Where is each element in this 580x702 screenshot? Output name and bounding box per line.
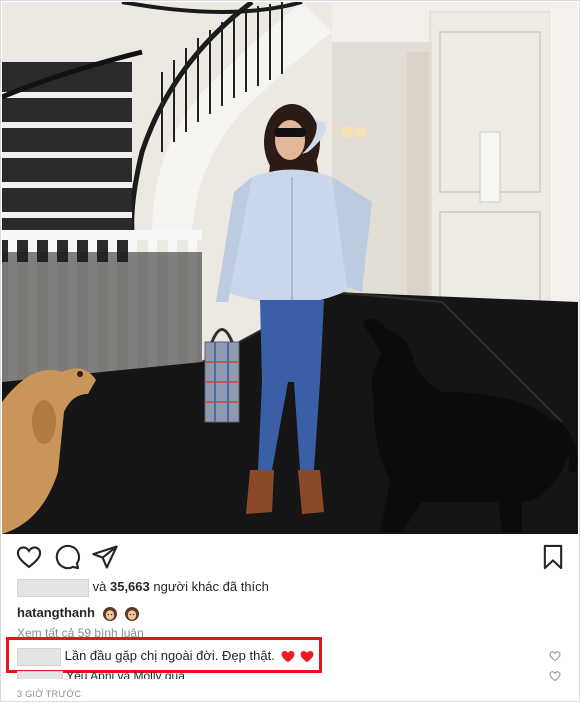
post-actions-bar bbox=[1, 541, 580, 573]
caption: hatangthanh bbox=[17, 603, 140, 623]
red-heart-icon bbox=[300, 651, 314, 663]
blurred-commenter bbox=[17, 647, 61, 666]
comment-highlighted: Lần đầu gặp chị ngoài đời. Đẹp thật. bbox=[17, 646, 314, 666]
likes-count: 35,663 bbox=[109, 579, 150, 594]
comment-like-icon[interactable] bbox=[549, 670, 561, 682]
red-heart-icon bbox=[282, 651, 295, 663]
blurred-username bbox=[17, 578, 89, 597]
blurred-commenter bbox=[17, 670, 63, 679]
comment-like-icon[interactable] bbox=[549, 650, 561, 662]
comment-text: Lần đầu gặp chị ngoài đời. Đẹp thật. bbox=[64, 648, 275, 663]
likes-summary[interactable]: và 35,663 người khác đã thích bbox=[17, 577, 269, 597]
comment-text: Yêu Apni và Molly quá bbox=[66, 669, 185, 679]
comment-bubble-icon[interactable] bbox=[53, 543, 81, 571]
woman-emoji-icon bbox=[102, 606, 117, 621]
likes-connector: và bbox=[92, 579, 107, 594]
view-all-comments-link[interactable]: Xem tất cả 59 bình luận bbox=[17, 626, 144, 640]
post-timestamp: 3 GIỜ TRƯỚC bbox=[17, 689, 82, 699]
post-photo[interactable] bbox=[2, 2, 578, 534]
likes-suffix: người khác đã thích bbox=[153, 579, 269, 594]
caption-username[interactable]: hatangthanh bbox=[17, 605, 95, 620]
woman-emoji-icon bbox=[125, 606, 140, 621]
comment-second: Yêu Apni và Molly quá bbox=[17, 667, 185, 679]
bookmark-icon[interactable] bbox=[539, 543, 567, 571]
photo-illustration bbox=[2, 2, 578, 534]
instagram-post: và 35,663 người khác đã thích hatangthan… bbox=[0, 0, 580, 702]
paper-plane-icon[interactable] bbox=[91, 543, 119, 571]
heart-outline-icon[interactable] bbox=[15, 543, 43, 571]
